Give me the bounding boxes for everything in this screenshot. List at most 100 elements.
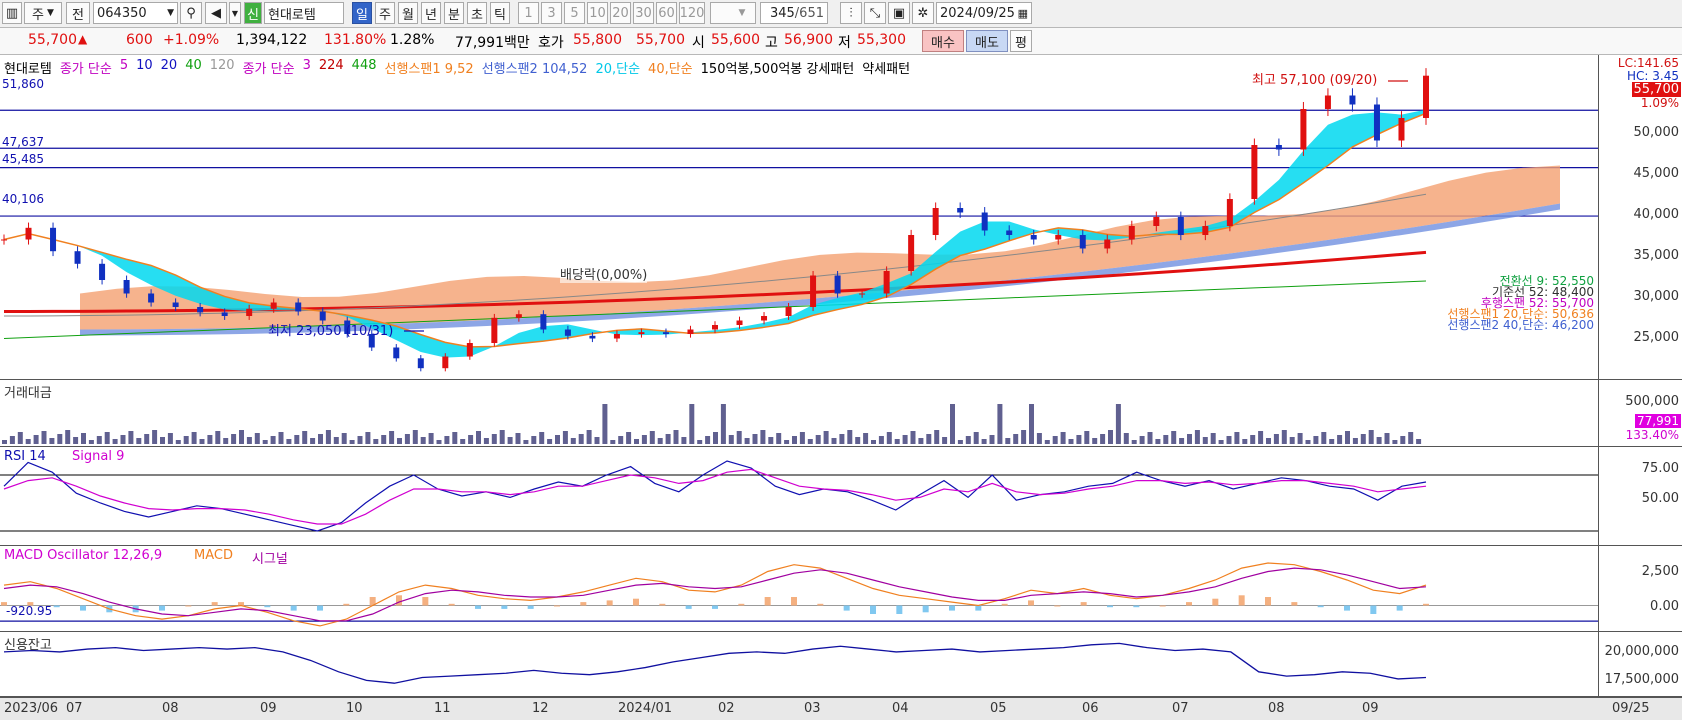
period-tab-1[interactable]: 주	[375, 2, 395, 24]
amount-bar-166	[1313, 436, 1319, 444]
high-label: 고	[765, 35, 778, 51]
amount-bar-33	[262, 440, 268, 444]
amount-bar-55	[436, 440, 442, 444]
rsi-title: RSI 14	[4, 449, 46, 464]
amount-bar-54	[428, 433, 434, 444]
interval-select[interactable]: ▼	[710, 2, 756, 24]
amount-bar-22	[175, 440, 181, 444]
amount-bar-171	[1352, 438, 1358, 444]
legend-item-14[interactable]: 40,단순	[648, 58, 693, 77]
count-display[interactable]: 345/651	[760, 2, 828, 24]
interval-button-120[interactable]: 120	[679, 2, 705, 24]
hline-label-2: 47,637	[2, 135, 44, 149]
legend-item-15[interactable]: 150억봉,500억봉 강세패턴	[701, 58, 855, 77]
price-axis: LC:141.65 HC: 3.45 55,700 1.09% 50,000 4…	[1598, 55, 1682, 380]
draw-tool-icon[interactable]: ⤡	[864, 2, 886, 24]
buy-button[interactable]: 매수	[922, 30, 964, 52]
period-tab-2[interactable]: 월	[398, 2, 418, 24]
interval-button-1[interactable]: 1	[518, 2, 539, 24]
price-panel[interactable]: 현대로템 종가 단순 5 10 20 40 120 종가 단순 3 224 448 선행스팬1 9,5…	[0, 55, 1598, 380]
period-tab-4[interactable]: 분	[444, 2, 464, 24]
amount-bar-175	[1384, 433, 1390, 444]
gear-icon[interactable]: ✲	[912, 2, 934, 24]
candle-body-9	[221, 312, 228, 316]
mode-button[interactable]: 전	[66, 2, 90, 24]
legend-item-4[interactable]: 20	[161, 58, 178, 77]
amount-bar-38	[302, 431, 308, 444]
amount-bar-53	[420, 437, 426, 444]
amount-bar-130	[1029, 404, 1034, 444]
legend-item-9[interactable]: 224	[319, 58, 344, 77]
amount-bar-2	[17, 432, 23, 444]
macd-osc-bar-30	[791, 597, 797, 606]
amount-bar-12	[96, 436, 102, 444]
date-input[interactable]: 2024/09/25 ▦	[936, 2, 1032, 24]
speaker-icon[interactable]: ◀	[205, 2, 227, 24]
amount-bar-159	[1258, 431, 1264, 444]
interval-button-30[interactable]: 30	[633, 2, 654, 24]
code-input[interactable]: 064350 ▼	[93, 2, 178, 24]
legend-item-1[interactable]: 종가 단순	[60, 58, 112, 77]
period-tab-3[interactable]: 년	[421, 2, 441, 24]
amount-bar-69	[547, 439, 553, 444]
chart-type-icon[interactable]: ⫶	[840, 2, 862, 24]
legend-item-12[interactable]: 선행스팬2 104,52	[482, 58, 588, 77]
interval-button-3[interactable]: 3	[541, 2, 562, 24]
period-tab-6[interactable]: 틱	[490, 2, 510, 24]
legend-item-11[interactable]: 선행스팬1 9,52	[385, 58, 474, 77]
candle-body-45	[1104, 239, 1111, 249]
period-select[interactable]: 주 ▼	[24, 2, 62, 24]
candle-body-40	[981, 212, 988, 231]
interval-button-20[interactable]: 20	[610, 2, 631, 24]
candle-body-56	[1373, 104, 1380, 141]
amount-bar-125	[989, 435, 995, 444]
credit-panel[interactable]: 신용잔고	[0, 632, 1598, 697]
legend-item-16[interactable]: 약세패턴	[862, 58, 910, 77]
legend-item-3[interactable]: 10	[136, 58, 153, 77]
search-icon[interactable]: ⚲	[180, 2, 202, 24]
legend-item-6[interactable]: 120	[210, 58, 235, 77]
amount-bar-97	[768, 437, 774, 444]
rsi-signal-title: Signal 9	[72, 449, 125, 464]
legend-item-8[interactable]: 3	[303, 58, 311, 77]
chevron-down-icon[interactable]: ▼	[229, 2, 241, 24]
legend-item-5[interactable]: 40	[185, 58, 202, 77]
up-arrow-icon: ▲	[78, 32, 88, 46]
rsi-panel[interactable]: RSI 14 Signal 9	[0, 447, 1598, 546]
interval-button-60[interactable]: 60	[656, 2, 677, 24]
legend-item-13[interactable]: 20,단순	[595, 58, 640, 77]
amount-bar-81	[641, 435, 647, 444]
legend-item-0[interactable]: 현대로템	[4, 58, 52, 77]
candle-body-49	[1202, 226, 1209, 235]
interval-button-10[interactable]: 10	[587, 2, 608, 24]
amount-bar-59	[468, 435, 474, 444]
volume-ratio: 131.80%	[324, 32, 387, 48]
amount-bar-49	[389, 431, 395, 444]
candle-body-37	[908, 235, 915, 271]
amount-panel[interactable]: 거래대금	[0, 380, 1598, 447]
window-icon[interactable]: ▥	[2, 2, 22, 24]
eval-button[interactable]: 평	[1010, 30, 1032, 52]
stock-name[interactable]: 현대로템	[264, 2, 344, 24]
amount-bar-121	[957, 440, 963, 444]
macd-osc-bar-46	[1212, 598, 1219, 606]
legend-item-10[interactable]: 448	[352, 58, 377, 77]
amount-bar-174	[1376, 437, 1382, 444]
amount-axis: 500,000 77,991 133.40%	[1598, 380, 1682, 447]
amount-bar-21	[167, 433, 173, 444]
x-label-12: 06	[1082, 701, 1099, 716]
amount-title: 거래대금	[4, 386, 52, 401]
macd-panel[interactable]: MACD Oscillator 12,26,9 MACD 시그널 -920.95	[0, 546, 1598, 632]
amount-bar-31	[246, 437, 252, 444]
rsi-line-0	[3, 460, 1427, 532]
legend-item-2[interactable]: 5	[120, 58, 128, 77]
interval-button-5[interactable]: 5	[564, 2, 585, 24]
amount-bar-36	[286, 439, 292, 444]
period-tab-0[interactable]: 일	[352, 2, 372, 24]
amount-bar-116	[918, 438, 924, 444]
sell-button[interactable]: 매도	[966, 30, 1008, 52]
save-icon[interactable]: ▣	[888, 2, 910, 24]
legend-item-7[interactable]: 종가 단순	[243, 58, 295, 77]
credit-line	[3, 642, 1427, 684]
period-tab-5[interactable]: 초	[467, 2, 487, 24]
